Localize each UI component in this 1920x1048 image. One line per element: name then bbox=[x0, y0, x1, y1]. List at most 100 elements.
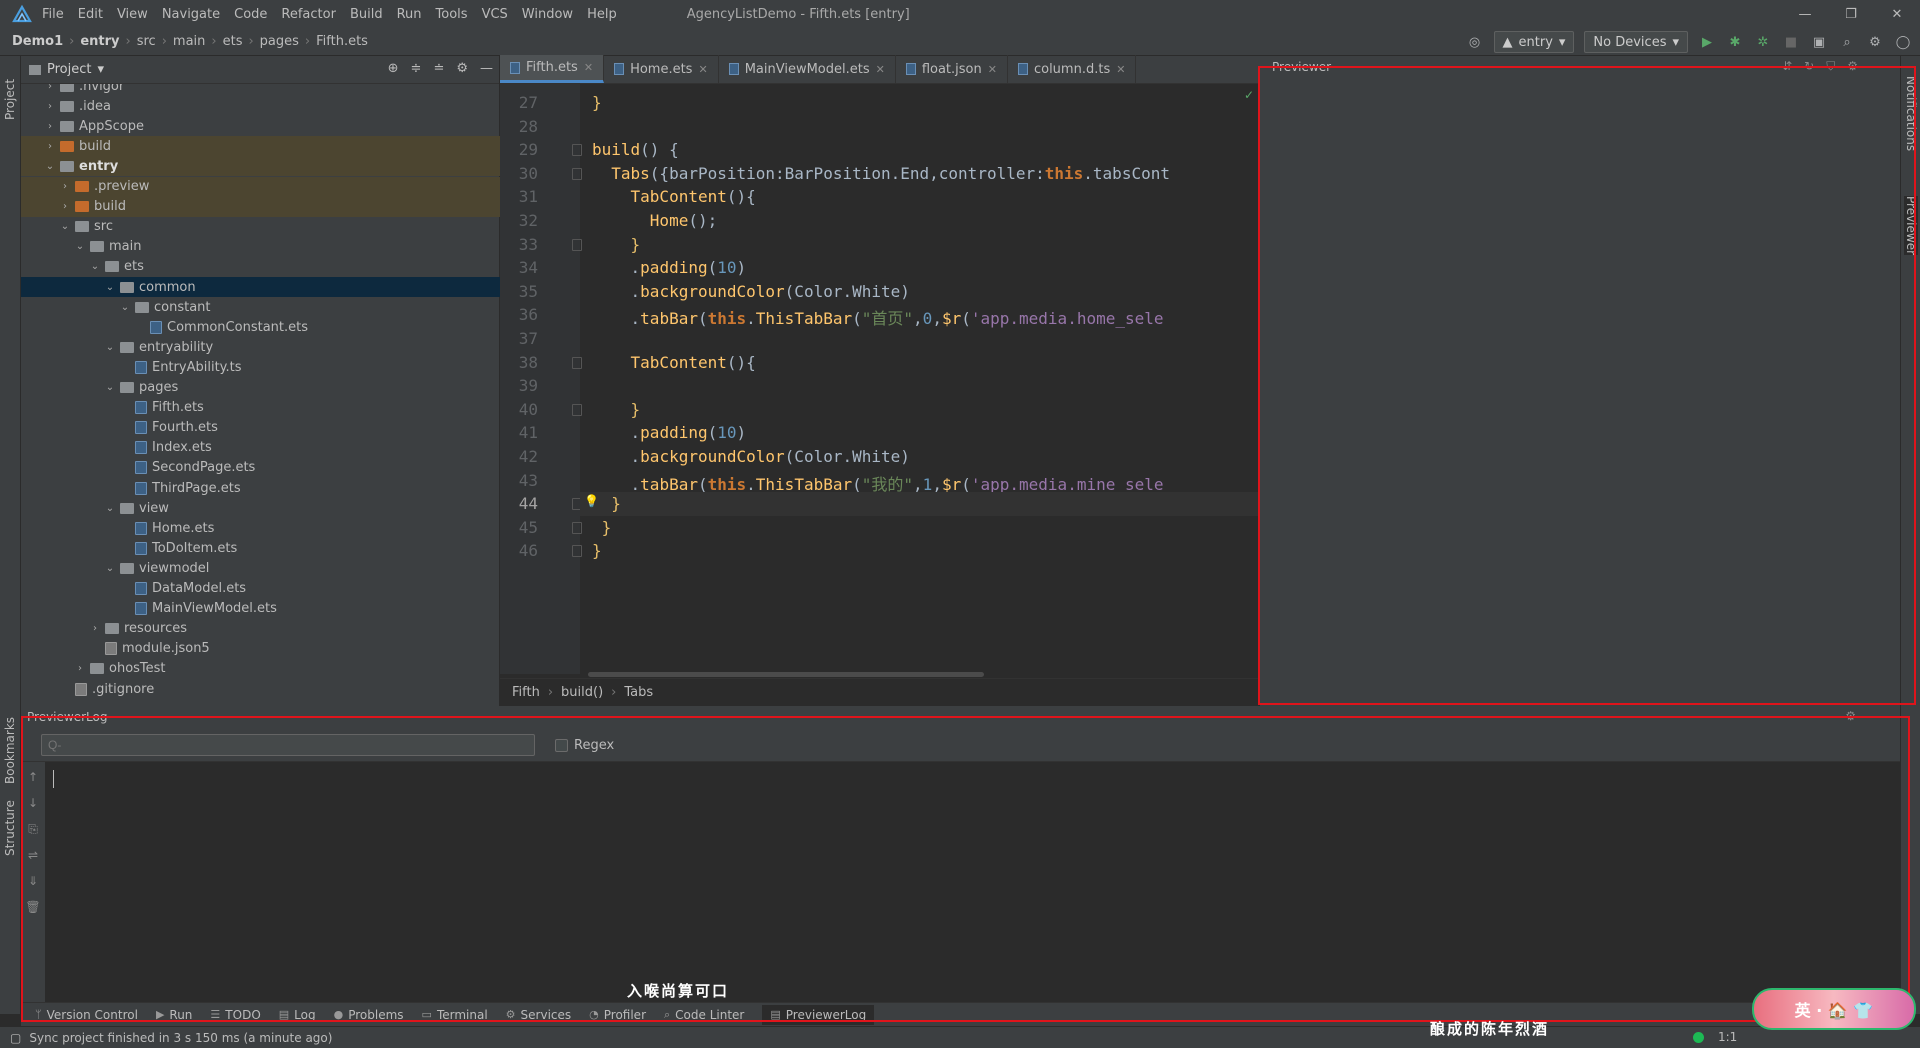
tree-item[interactable]: ⌄ constant bbox=[21, 297, 500, 317]
close-icon[interactable]: ✕ bbox=[698, 63, 707, 76]
editor-tab[interactable]: Fifth.ets ✕ bbox=[500, 55, 605, 83]
minimize-button[interactable]: — bbox=[1782, 0, 1828, 28]
tree-item[interactable]: DataModel.ets bbox=[21, 579, 500, 599]
close-icon[interactable]: ✕ bbox=[584, 61, 593, 74]
settings-gear-icon[interactable]: ⚙ bbox=[1866, 33, 1884, 51]
chevron-down-icon[interactable]: ⌄ bbox=[104, 563, 116, 574]
menu-file[interactable]: File bbox=[42, 7, 64, 22]
chevron-right-icon[interactable]: › bbox=[44, 101, 56, 112]
menu-navigate[interactable]: Navigate bbox=[162, 7, 220, 22]
chevron-down-icon[interactable]: ⌄ bbox=[104, 282, 116, 293]
close-icon[interactable]: ✕ bbox=[1116, 63, 1125, 76]
menu-edit[interactable]: Edit bbox=[78, 7, 103, 22]
fold-marker-icon[interactable] bbox=[572, 521, 582, 534]
expand-all-icon[interactable]: ≑ bbox=[411, 61, 422, 76]
menu-window[interactable]: Window bbox=[522, 7, 573, 22]
chevron-down-icon[interactable]: ⌄ bbox=[104, 342, 116, 353]
chevron-right-icon[interactable]: › bbox=[59, 201, 71, 212]
tree-item[interactable]: › .preview bbox=[21, 176, 500, 197]
breadcrumb-item[interactable]: entry bbox=[80, 34, 119, 49]
horizontal-scrollbar[interactable] bbox=[588, 672, 984, 677]
tree-item[interactable]: › .idea bbox=[21, 96, 500, 116]
editor-tab[interactable]: Home.ets ✕ bbox=[604, 55, 719, 83]
chevron-down-icon[interactable]: ⌄ bbox=[104, 382, 116, 393]
tree-item[interactable]: CommonConstant.ets bbox=[21, 317, 500, 337]
tree-item[interactable]: › build bbox=[21, 196, 500, 217]
menu-vcs[interactable]: VCS bbox=[482, 7, 508, 22]
chevron-right-icon[interactable]: › bbox=[44, 141, 56, 152]
attach-debugger-icon[interactable]: ✲ bbox=[1754, 33, 1772, 51]
editor-tab[interactable]: float.json ✕ bbox=[896, 55, 1008, 83]
tree-item[interactable]: › build bbox=[21, 136, 500, 157]
ime-badge[interactable]: 英 · 🏠 👕 bbox=[1752, 988, 1916, 1030]
stop-icon[interactable]: ■ bbox=[1782, 33, 1800, 51]
tree-item[interactable]: Home.ets bbox=[21, 518, 500, 538]
menu-help[interactable]: Help bbox=[587, 7, 617, 22]
menu-refactor[interactable]: Refactor bbox=[281, 7, 336, 22]
close-icon[interactable]: ✕ bbox=[876, 63, 885, 76]
tree-item[interactable]: ⌄ entry bbox=[21, 156, 500, 177]
debug-icon[interactable]: ✱ bbox=[1726, 33, 1744, 51]
fold-marker-icon[interactable] bbox=[572, 238, 582, 251]
breadcrumb-item[interactable]: ets bbox=[223, 34, 243, 49]
chevron-down-icon[interactable]: ⌄ bbox=[74, 241, 86, 252]
menu-view[interactable]: View bbox=[117, 7, 148, 22]
chevron-right-icon[interactable]: › bbox=[74, 663, 86, 674]
locate-icon[interactable]: ⊕ bbox=[388, 61, 399, 76]
breadcrumb-item[interactable]: Demo1 bbox=[12, 34, 63, 49]
chevron-right-icon[interactable]: › bbox=[89, 623, 101, 634]
chevron-right-icon[interactable]: › bbox=[59, 181, 71, 192]
breadcrumb-item[interactable]: Fifth.ets bbox=[316, 34, 368, 49]
breadcrumb-item[interactable]: src bbox=[137, 34, 156, 49]
collapse-all-icon[interactable]: ≐ bbox=[433, 61, 444, 76]
fold-marker-icon[interactable] bbox=[572, 144, 582, 157]
run-icon[interactable]: ▶ bbox=[1698, 33, 1716, 51]
device-manager-icon[interactable]: ▣ bbox=[1810, 33, 1828, 51]
fold-marker-icon[interactable] bbox=[572, 356, 582, 369]
chevron-down-icon[interactable]: ⌄ bbox=[44, 161, 56, 172]
tree-item[interactable]: › resources bbox=[21, 619, 500, 639]
chevron-down-icon[interactable]: ⌄ bbox=[104, 503, 116, 514]
tree-item[interactable]: module.json5 bbox=[21, 639, 500, 659]
tree-item[interactable]: Index.ets bbox=[21, 438, 500, 458]
tree-item[interactable]: › ohosTest bbox=[21, 659, 500, 679]
chevron-right-icon[interactable]: › bbox=[44, 121, 56, 132]
tree-item[interactable]: .gitignore bbox=[21, 679, 500, 699]
menu-tools[interactable]: Tools bbox=[436, 7, 468, 22]
editor-tab[interactable]: MainViewModel.ets ✕ bbox=[719, 55, 896, 83]
search-icon[interactable]: ⌕ bbox=[1838, 33, 1856, 51]
tree-item[interactable]: ⌄ main bbox=[21, 237, 500, 257]
tree-item[interactable]: ⌄ common bbox=[21, 277, 500, 297]
tree-item[interactable]: ⌄ src bbox=[21, 217, 500, 237]
tree-item[interactable]: ⌄ pages bbox=[21, 378, 500, 398]
code-breadcrumb-item[interactable]: Tabs bbox=[624, 685, 653, 700]
tree-item[interactable]: ToDoItem.ets bbox=[21, 538, 500, 558]
tree-item[interactable]: Fifth.ets bbox=[21, 398, 500, 418]
project-view-select[interactable]: Project ▾ bbox=[29, 62, 104, 77]
tree-item[interactable]: ThirdPage.ets bbox=[21, 478, 500, 498]
tree-item[interactable]: › AppScope bbox=[21, 116, 500, 136]
chevron-down-icon[interactable]: ⌄ bbox=[89, 261, 101, 272]
menu-build[interactable]: Build bbox=[350, 7, 383, 22]
breadcrumb-item[interactable]: main bbox=[173, 34, 205, 49]
bookmarks-tool-tab[interactable]: Bookmarks bbox=[3, 717, 17, 784]
module-select[interactable]: ▲ entry ▾ bbox=[1493, 31, 1575, 53]
breadcrumb-item[interactable]: pages bbox=[260, 34, 299, 49]
tree-item[interactable]: › .hvigor bbox=[21, 84, 500, 96]
close-icon[interactable]: ✕ bbox=[988, 63, 997, 76]
chevron-down-icon[interactable]: ⌄ bbox=[119, 302, 131, 313]
code-breadcrumb-item[interactable]: Fifth bbox=[512, 685, 540, 700]
chevron-right-icon[interactable]: › bbox=[44, 84, 56, 92]
structure-tool-tab[interactable]: Structure bbox=[3, 800, 17, 856]
fold-marker-icon[interactable] bbox=[572, 167, 582, 180]
tree-item[interactable]: ⌄ entryability bbox=[21, 337, 500, 357]
restore-button[interactable]: ❐ bbox=[1828, 0, 1874, 28]
editor-tab[interactable]: column.d.ts ✕ bbox=[1008, 55, 1137, 83]
device-select[interactable]: No Devices ▾ bbox=[1584, 31, 1688, 53]
hide-icon[interactable]: — bbox=[480, 61, 493, 76]
project-tool-tab[interactable]: Project bbox=[3, 79, 17, 120]
tree-item[interactable]: Fourth.ets bbox=[21, 418, 500, 438]
fold-marker-icon[interactable] bbox=[572, 545, 582, 558]
tree-item[interactable]: ⌄ viewmodel bbox=[21, 558, 500, 578]
gear-icon[interactable]: ⚙ bbox=[456, 61, 468, 76]
